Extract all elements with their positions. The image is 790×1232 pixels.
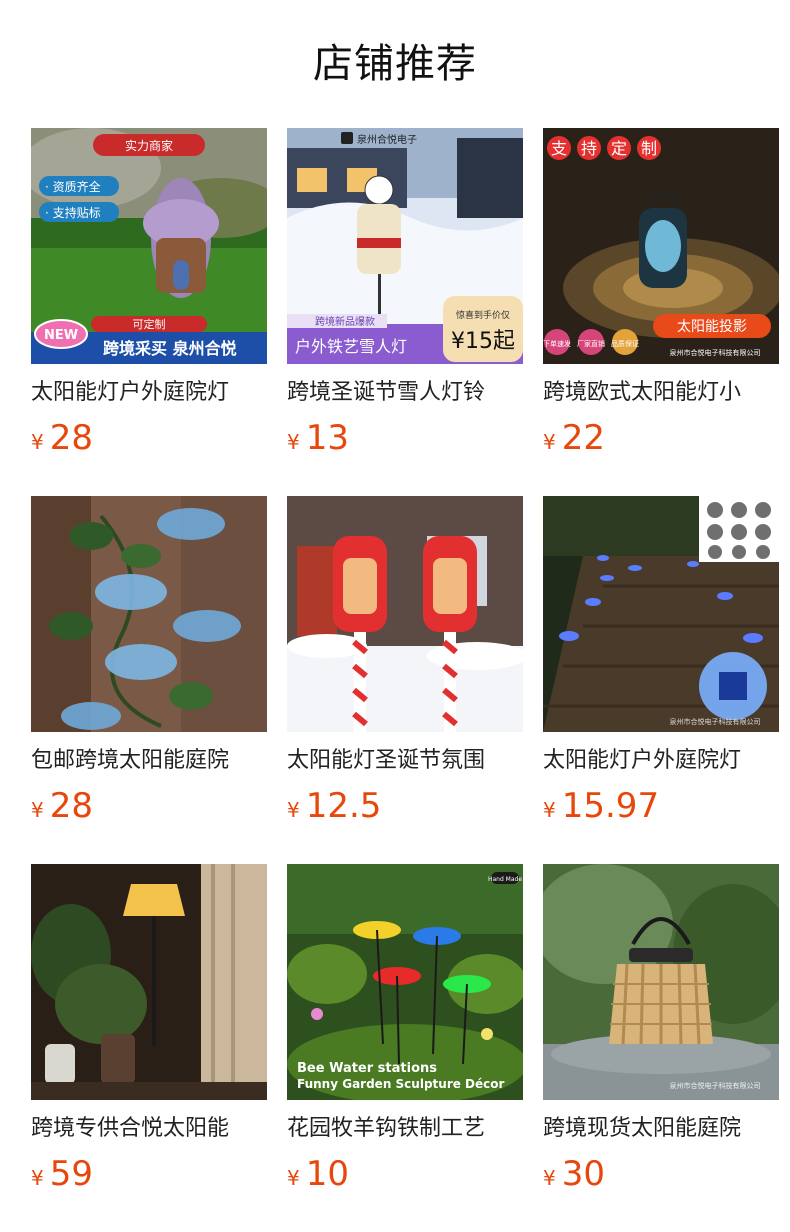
product-name[interactable]: 太阳能灯户外庭院灯: [31, 376, 267, 410]
page-title: 店铺推荐: [313, 41, 477, 87]
product-price: ¥30: [543, 1152, 605, 1196]
currency-symbol: ¥: [287, 798, 300, 822]
currency-symbol: ¥: [543, 430, 556, 454]
price-value: 59: [49, 1154, 93, 1194]
currency-symbol: ¥: [31, 1166, 44, 1190]
product-price: ¥10: [287, 1152, 349, 1196]
snowman-stake-light-image[interactable]: 泉州合悦电子 跨境新品爆款 户外铁艺雪人灯 惊喜到手价仅 ¥15起: [287, 128, 523, 364]
product-name[interactable]: 太阳能灯户外庭院灯: [543, 744, 779, 778]
footer-text: 泉州市合悦电子科技有限公司: [670, 717, 761, 726]
footer-text: 泉州市合悦电子科技有限公司: [670, 348, 761, 357]
product-name[interactable]: 太阳能灯圣诞节氛围: [287, 744, 523, 778]
badge-text: 厂家直销: [577, 339, 605, 348]
badge-text: 下单速发: [543, 339, 571, 348]
price-value: 12.5: [305, 786, 382, 826]
projection-lantern-image[interactable]: 支 持 定 制 太阳能投影 下单速发 厂家直销 品质保证 泉州市合悦电子科技有限…: [543, 128, 779, 364]
product-price: ¥12.5: [287, 784, 381, 828]
price-value: 15.97: [561, 786, 660, 826]
caption-text: Funny Garden Sculpture Décor: [297, 1077, 505, 1091]
caption-text: Bee Water stations: [297, 1061, 437, 1076]
product-price: ¥15.97: [543, 784, 659, 828]
chip-text: 持: [581, 139, 597, 158]
rattan-floor-lamp-image[interactable]: [31, 864, 267, 1100]
product-price: ¥28: [31, 416, 93, 460]
product-price: ¥22: [543, 416, 605, 460]
badge-text: 实力商家: [125, 138, 173, 153]
new-badge: NEW: [44, 328, 78, 343]
price-value: 10: [305, 1154, 349, 1194]
banner-text: 跨境采买 泉州合悦: [103, 339, 237, 358]
badge-text: 品质保证: [611, 339, 639, 348]
product-name[interactable]: 包邮跨境太阳能庭院: [31, 744, 267, 778]
price-value: 28: [49, 786, 93, 826]
chip-text: 定: [611, 139, 627, 158]
product-name[interactable]: 跨境圣诞节雪人灯铃: [287, 376, 523, 410]
morning-glory-string-lights-image[interactable]: [31, 496, 267, 732]
tag-text: · 支持贴标: [45, 205, 101, 220]
tag-text: 跨境新品爆款: [315, 315, 375, 328]
fairy-house-solar-light-image[interactable]: 实力商家 · 资质齐全 · 支持贴标 可定制 NEW 跨境采买 泉州合悦: [31, 128, 267, 364]
solar-deck-lights-image[interactable]: 泉州市合悦电子科技有限公司: [543, 496, 779, 732]
currency-symbol: ¥: [31, 798, 44, 822]
brand-text: 泉州合悦电子: [357, 133, 417, 146]
chip-text: 支: [551, 139, 567, 158]
product-name[interactable]: 跨境欧式太阳能灯小: [543, 376, 779, 410]
tag-text: · 资质齐全: [45, 179, 101, 194]
product-name[interactable]: 跨境现货太阳能庭院: [543, 1112, 779, 1146]
rattan-lantern-image[interactable]: 泉州市合悦电子科技有限公司: [543, 864, 779, 1100]
product-name[interactable]: 跨境专供合悦太阳能: [31, 1112, 267, 1146]
price-value: 13: [305, 418, 349, 458]
banner-text: 太阳能投影: [677, 319, 747, 335]
currency-symbol: ¥: [31, 430, 44, 454]
currency-symbol: ¥: [287, 430, 300, 454]
product-price: ¥59: [31, 1152, 93, 1196]
chip-text: 制: [641, 139, 657, 158]
footer-text: 泉州市合悦电子科技有限公司: [670, 1081, 761, 1090]
currency-symbol: ¥: [543, 1166, 556, 1190]
product-price: ¥28: [31, 784, 93, 828]
currency-symbol: ¥: [287, 1166, 300, 1190]
corner-text: Hand Made: [488, 876, 522, 883]
custom-text: 可定制: [133, 317, 166, 331]
bee-water-stations-image[interactable]: Hand Made Bee Water stations Funny Garde…: [287, 864, 523, 1100]
price-value: 22: [561, 418, 605, 458]
product-price: ¥13: [287, 416, 349, 460]
currency-symbol: ¥: [543, 798, 556, 822]
price-note-text: 惊喜到手价仅: [456, 309, 510, 321]
price-value: 30: [561, 1154, 605, 1194]
product-name[interactable]: 花园牧羊钩铁制工艺: [287, 1112, 523, 1146]
banner-text: 户外铁艺雪人灯: [295, 337, 407, 356]
price-value: 28: [49, 418, 93, 458]
price-badge-text: ¥15起: [451, 329, 515, 354]
candy-cane-lantern-image[interactable]: [287, 496, 523, 732]
